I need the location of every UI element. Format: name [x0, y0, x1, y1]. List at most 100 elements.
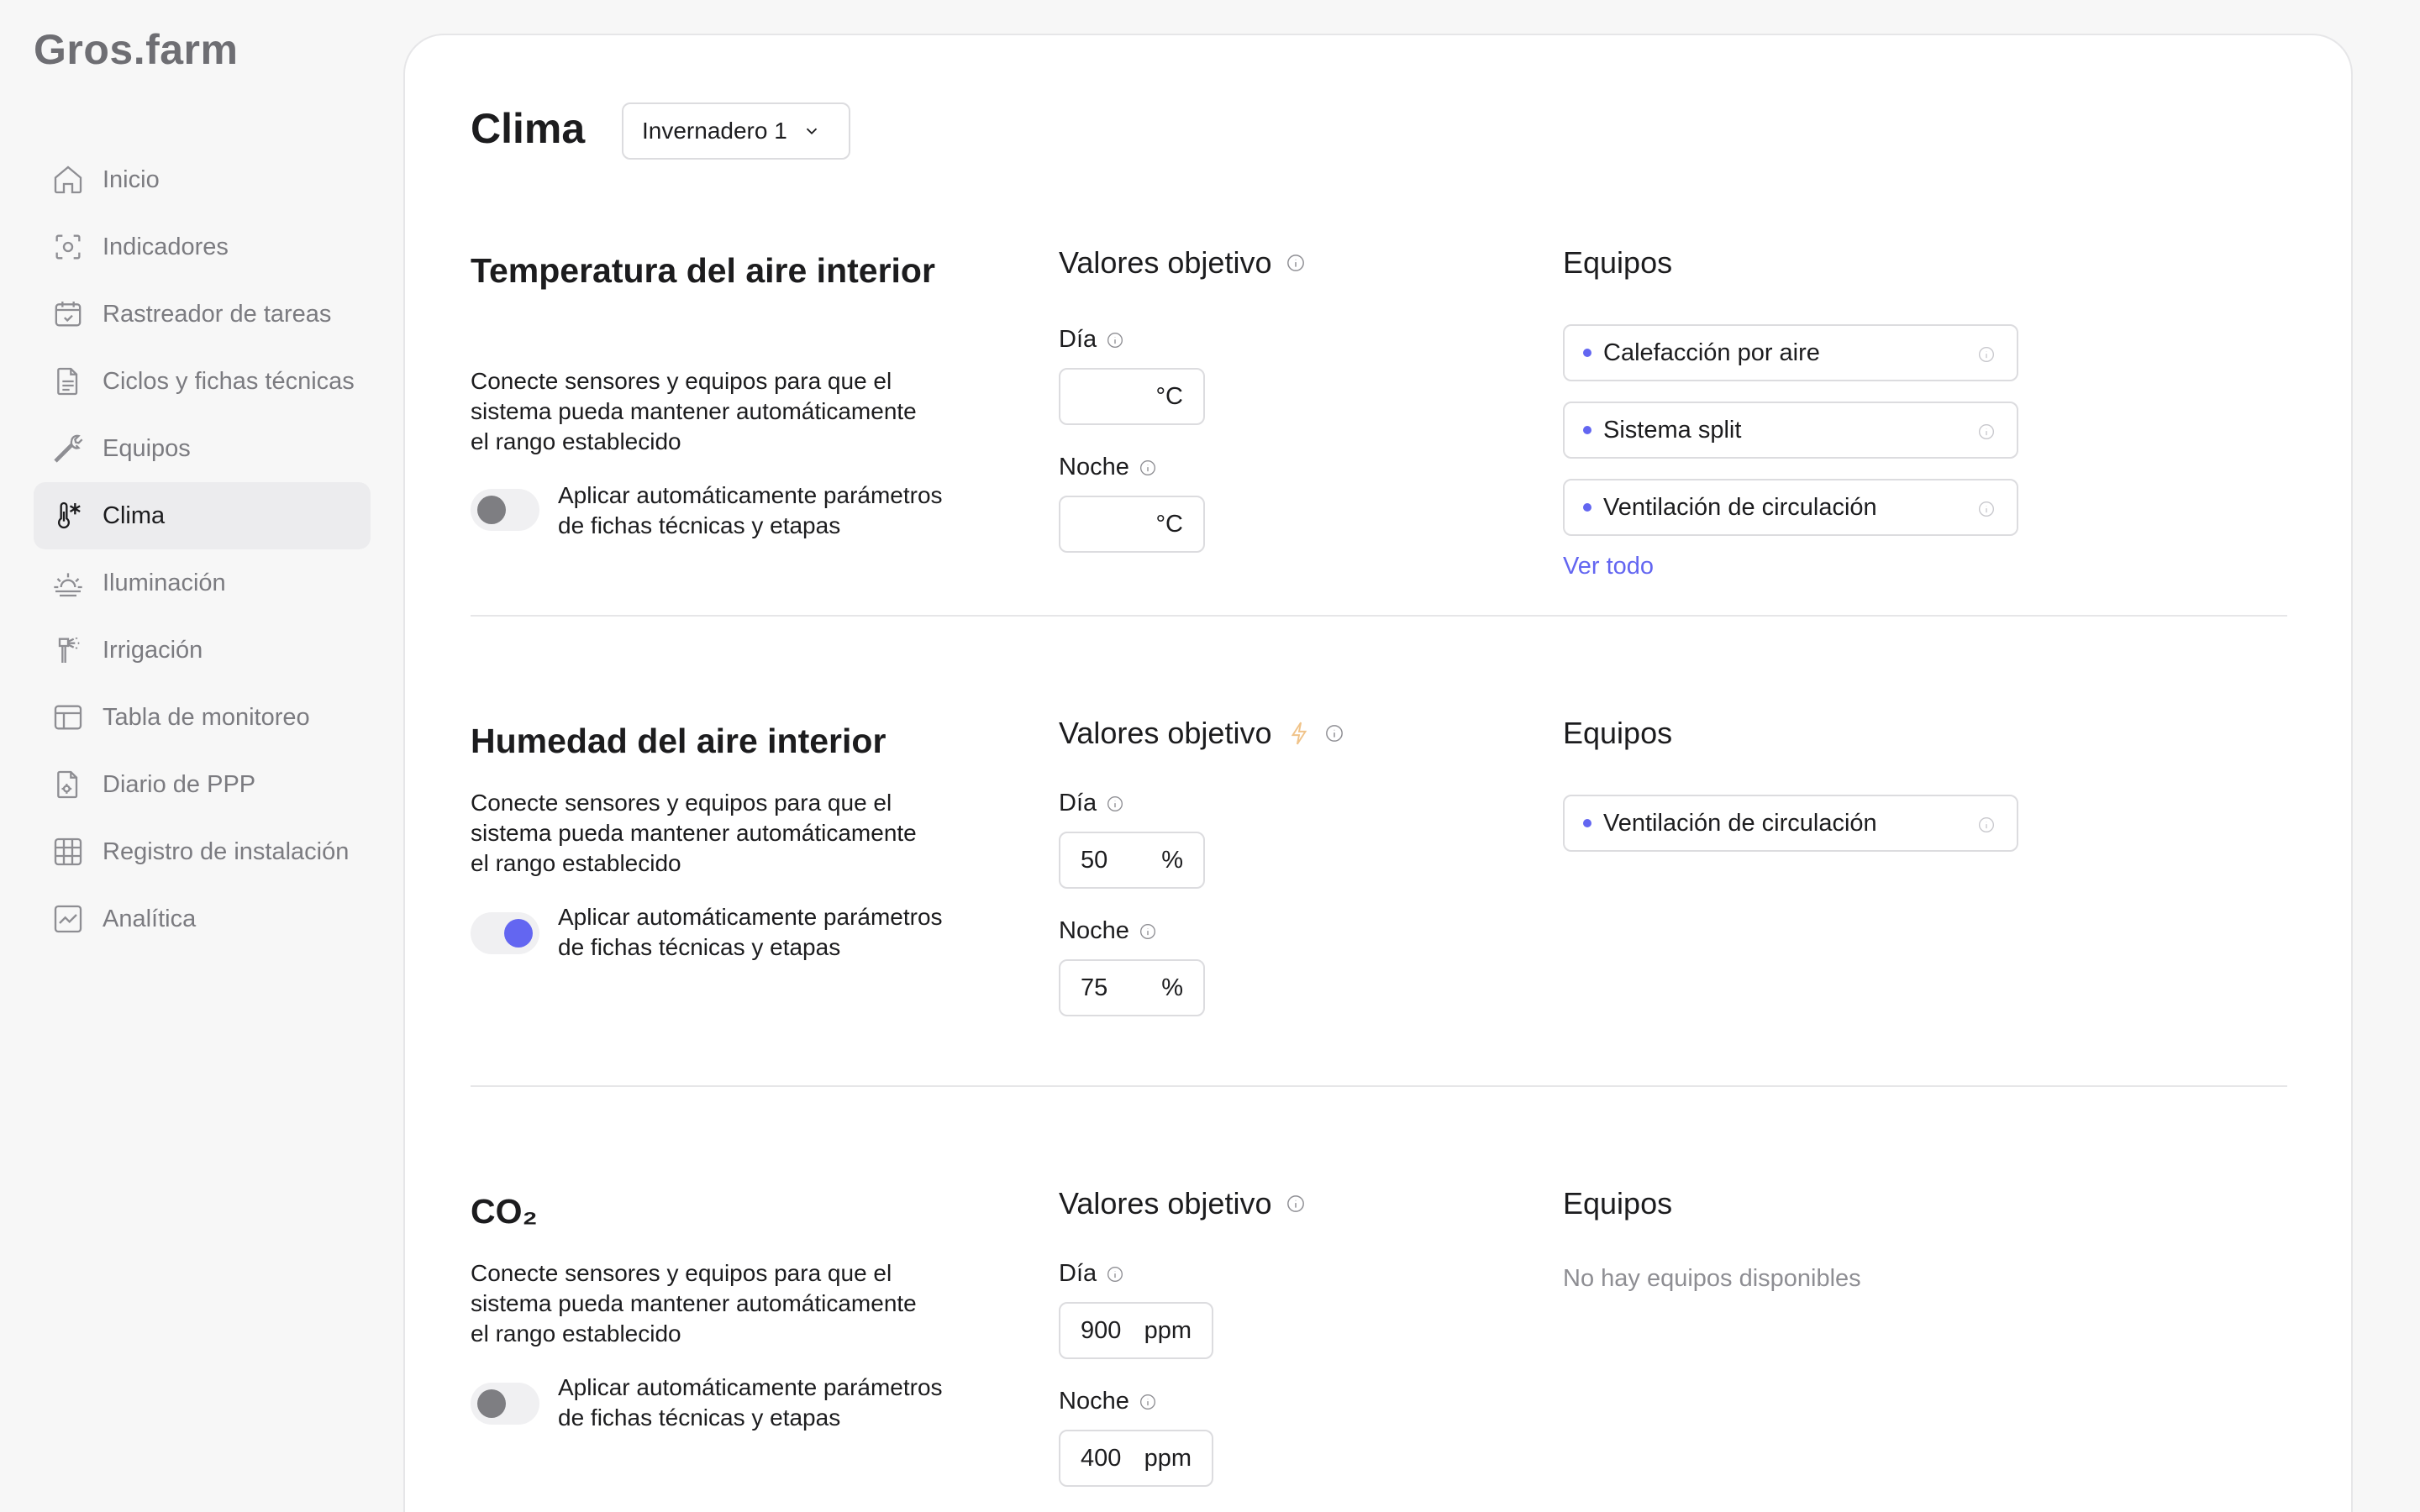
info-icon[interactable]: [1978, 816, 1995, 833]
night-label: Noche: [1059, 454, 1156, 481]
section-divider: [471, 1085, 2287, 1087]
home-icon: [50, 162, 86, 197]
objective-title: Valores objetivo: [1059, 716, 1344, 751]
sidebar-item-ciclos[interactable]: Ciclos y fichas técnicas: [34, 348, 371, 415]
sidebar: Gros.farm Inicio Indicadores Rastreador …: [0, 0, 395, 1512]
status-dot: [1583, 349, 1591, 357]
unit-label: °C: [1155, 382, 1183, 410]
sidebar-item-label: Rastreador de tareas: [103, 300, 332, 328]
sidebar-item-rastreador[interactable]: Rastreador de tareas: [34, 281, 371, 348]
sunrise-icon: [50, 565, 86, 601]
day-value-input[interactable]: 50 %: [1059, 832, 1205, 889]
toggle-knob: [504, 919, 533, 948]
sidebar-item-label: Tabla de monitoreo: [103, 703, 310, 731]
info-icon[interactable]: [1139, 459, 1156, 476]
sidebar-nav: Inicio Indicadores Rastreador de tareas …: [34, 146, 371, 953]
wrench-icon: [50, 431, 86, 466]
day-label-text: Día: [1059, 326, 1097, 353]
info-icon[interactable]: [1107, 795, 1123, 812]
night-value-input[interactable]: °C: [1059, 496, 1205, 553]
sidebar-item-iluminacion[interactable]: Iluminación: [34, 549, 371, 617]
info-icon[interactable]: [1978, 346, 1995, 363]
info-icon[interactable]: [1325, 724, 1344, 743]
unit-label: %: [1161, 846, 1183, 874]
sidebar-item-label: Ciclos y fichas técnicas: [103, 367, 355, 395]
unit-label: ppm: [1144, 1316, 1192, 1344]
night-value: 75: [1081, 974, 1108, 1001]
page-title: Clima: [471, 105, 586, 152]
sidebar-item-label: Analítica: [103, 905, 197, 932]
status-dot: [1583, 426, 1591, 434]
sensor-icon: [50, 229, 86, 265]
info-icon[interactable]: [1978, 501, 1995, 517]
sidebar-item-label: Clima: [103, 501, 166, 529]
sidebar-item-label: Indicadores: [103, 233, 229, 260]
day-value-input[interactable]: 900 ppm: [1059, 1302, 1213, 1359]
sidebar-item-analitica[interactable]: Analítica: [34, 885, 371, 953]
sidebar-item-label: Equipos: [103, 434, 191, 462]
unit-label: ppm: [1144, 1444, 1192, 1472]
sidebar-item-indicadores[interactable]: Indicadores: [34, 213, 371, 281]
section-co2: CO₂ Conecte sensores y equipos para que …: [471, 1156, 2287, 1512]
section-title: Humedad del aire interior: [471, 722, 886, 760]
auto-apply-toggle[interactable]: [471, 489, 539, 531]
sidebar-item-diario-ppp[interactable]: Diario de PPP: [34, 751, 371, 818]
day-label-text: Día: [1059, 1260, 1097, 1287]
night-label-text: Noche: [1059, 917, 1129, 944]
app-logo[interactable]: Gros.farm: [34, 25, 238, 74]
auto-apply-toggle[interactable]: [471, 912, 539, 954]
night-value-input[interactable]: 400 ppm: [1059, 1430, 1213, 1487]
night-label: Noche: [1059, 1388, 1156, 1415]
objective-title-text: Valores objetivo: [1059, 1186, 1272, 1221]
night-label: Noche: [1059, 917, 1156, 945]
sidebar-item-label: Iluminación: [103, 569, 226, 596]
sidebar-item-registro-instalacion[interactable]: Registro de instalación: [34, 818, 371, 885]
day-value: 900: [1081, 1316, 1122, 1344]
section-description: Conecte sensores y equipos para que el s…: [471, 368, 917, 454]
equipment-item[interactable]: Ventilación de circulación: [1563, 795, 2018, 852]
day-label: Día: [1059, 326, 1123, 354]
sidebar-item-tabla-monitoreo[interactable]: Tabla de monitoreo: [34, 684, 371, 751]
equipment-item[interactable]: Sistema split: [1563, 402, 2018, 459]
sidebar-item-label: Diario de PPP: [103, 770, 256, 798]
night-value: 400: [1081, 1444, 1122, 1472]
sprinkler-icon: [50, 633, 86, 668]
day-value-input[interactable]: °C: [1059, 368, 1205, 425]
equipment-title: Equipos: [1563, 1186, 1673, 1221]
sidebar-item-irrigacion[interactable]: Irrigación: [34, 617, 371, 684]
equipment-name: Sistema split: [1603, 416, 1742, 444]
info-icon[interactable]: [1286, 254, 1305, 272]
calendar-check-icon: [50, 297, 86, 332]
auto-apply-toggle[interactable]: [471, 1383, 539, 1425]
table-icon: [50, 700, 86, 735]
equipment-name: Calefacción por aire: [1603, 339, 1820, 366]
day-value: 50: [1081, 846, 1108, 874]
sidebar-item-equipos[interactable]: Equipos: [34, 415, 371, 482]
info-icon[interactable]: [1139, 923, 1156, 940]
greenhouse-select-value: Invernadero 1: [642, 118, 787, 144]
night-value-input[interactable]: 75 %: [1059, 959, 1205, 1016]
toggle-knob: [477, 1389, 506, 1418]
objective-title: Valores objetivo: [1059, 245, 1305, 281]
chart-icon: [50, 901, 86, 937]
equipment-item[interactable]: Calefacción por aire: [1563, 324, 2018, 381]
auto-apply-label: Aplicar automáticamente parámetros de fi…: [558, 1374, 943, 1431]
info-icon[interactable]: [1107, 332, 1123, 349]
sidebar-item-clima[interactable]: Clima: [34, 482, 371, 549]
info-icon[interactable]: [1286, 1194, 1305, 1213]
equipment-title: Equipos: [1563, 716, 1673, 750]
greenhouse-select[interactable]: Invernadero 1: [622, 102, 850, 160]
section-humidity: Humedad del aire interior Conecte sensor…: [471, 685, 2287, 1072]
info-icon[interactable]: [1107, 1266, 1123, 1283]
objective-title-text: Valores objetivo: [1059, 716, 1272, 750]
section-temperature: Temperatura del aire interior Conecte se…: [471, 215, 2287, 601]
see-all-link[interactable]: Ver todo: [1563, 553, 1654, 580]
sidebar-item-inicio[interactable]: Inicio: [34, 146, 371, 213]
unit-label: %: [1161, 974, 1183, 1001]
day-label: Día: [1059, 1260, 1123, 1288]
info-icon[interactable]: [1978, 423, 1995, 440]
info-icon[interactable]: [1139, 1394, 1156, 1410]
document-gear-icon: [50, 767, 86, 802]
sidebar-item-label: Irrigación: [103, 636, 203, 664]
equipment-item[interactable]: Ventilación de circulación: [1563, 479, 2018, 536]
